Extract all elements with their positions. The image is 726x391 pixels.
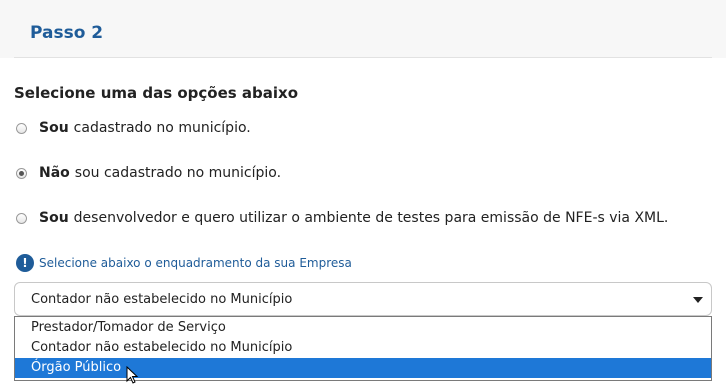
option-label: cadastrado no município.: [73, 120, 251, 136]
section-title: Selecione uma das opções abaixo: [14, 84, 299, 102]
option-label: desenvolvedor e quero utilizar o ambient…: [73, 210, 669, 226]
step-header: Passo 2: [0, 0, 726, 58]
option-bold-label: Não: [39, 165, 70, 181]
radio-option-registered[interactable]: Sou cadastrado no município.: [16, 120, 251, 136]
page: Passo 2 Selecione uma das opções abaixo …: [0, 0, 726, 391]
step-divider: [14, 57, 712, 58]
hint: ! Selecione abaixo o enquadramento da su…: [16, 254, 352, 272]
radio-option-developer[interactable]: Sou desenvolvedor e quero utilizar o amb…: [16, 210, 668, 226]
hint-text: Selecione abaixo o enquadramento da sua …: [39, 256, 352, 270]
dropdown-option[interactable]: Contador não estabelecido no Município: [15, 338, 711, 358]
dropdown-option[interactable]: Prestador/Tomador de Serviço: [15, 318, 711, 338]
radio-button-checked[interactable]: [16, 167, 27, 179]
option-bold-label: Sou: [39, 120, 69, 136]
info-icon: !: [16, 254, 34, 272]
company-type-select[interactable]: Contador não estabelecido no Município: [14, 282, 712, 316]
chevron-down-icon[interactable]: [693, 297, 703, 303]
radio-button[interactable]: [16, 122, 27, 134]
option-label: sou cadastrado no município.: [74, 165, 282, 181]
radio-option-not-registered[interactable]: Não sou cadastrado no município.: [16, 165, 281, 181]
option-bold-label: Sou: [39, 210, 69, 226]
dropdown-option-highlighted[interactable]: Órgão Público: [15, 358, 711, 378]
select-value: Contador não estabelecido no Município: [31, 291, 293, 307]
radio-button[interactable]: [16, 212, 27, 224]
mouse-cursor-icon: [126, 366, 139, 384]
step-title: Passo 2: [30, 23, 104, 43]
select-dropdown-list: Prestador/Tomador de Serviço Contador nã…: [14, 316, 712, 381]
